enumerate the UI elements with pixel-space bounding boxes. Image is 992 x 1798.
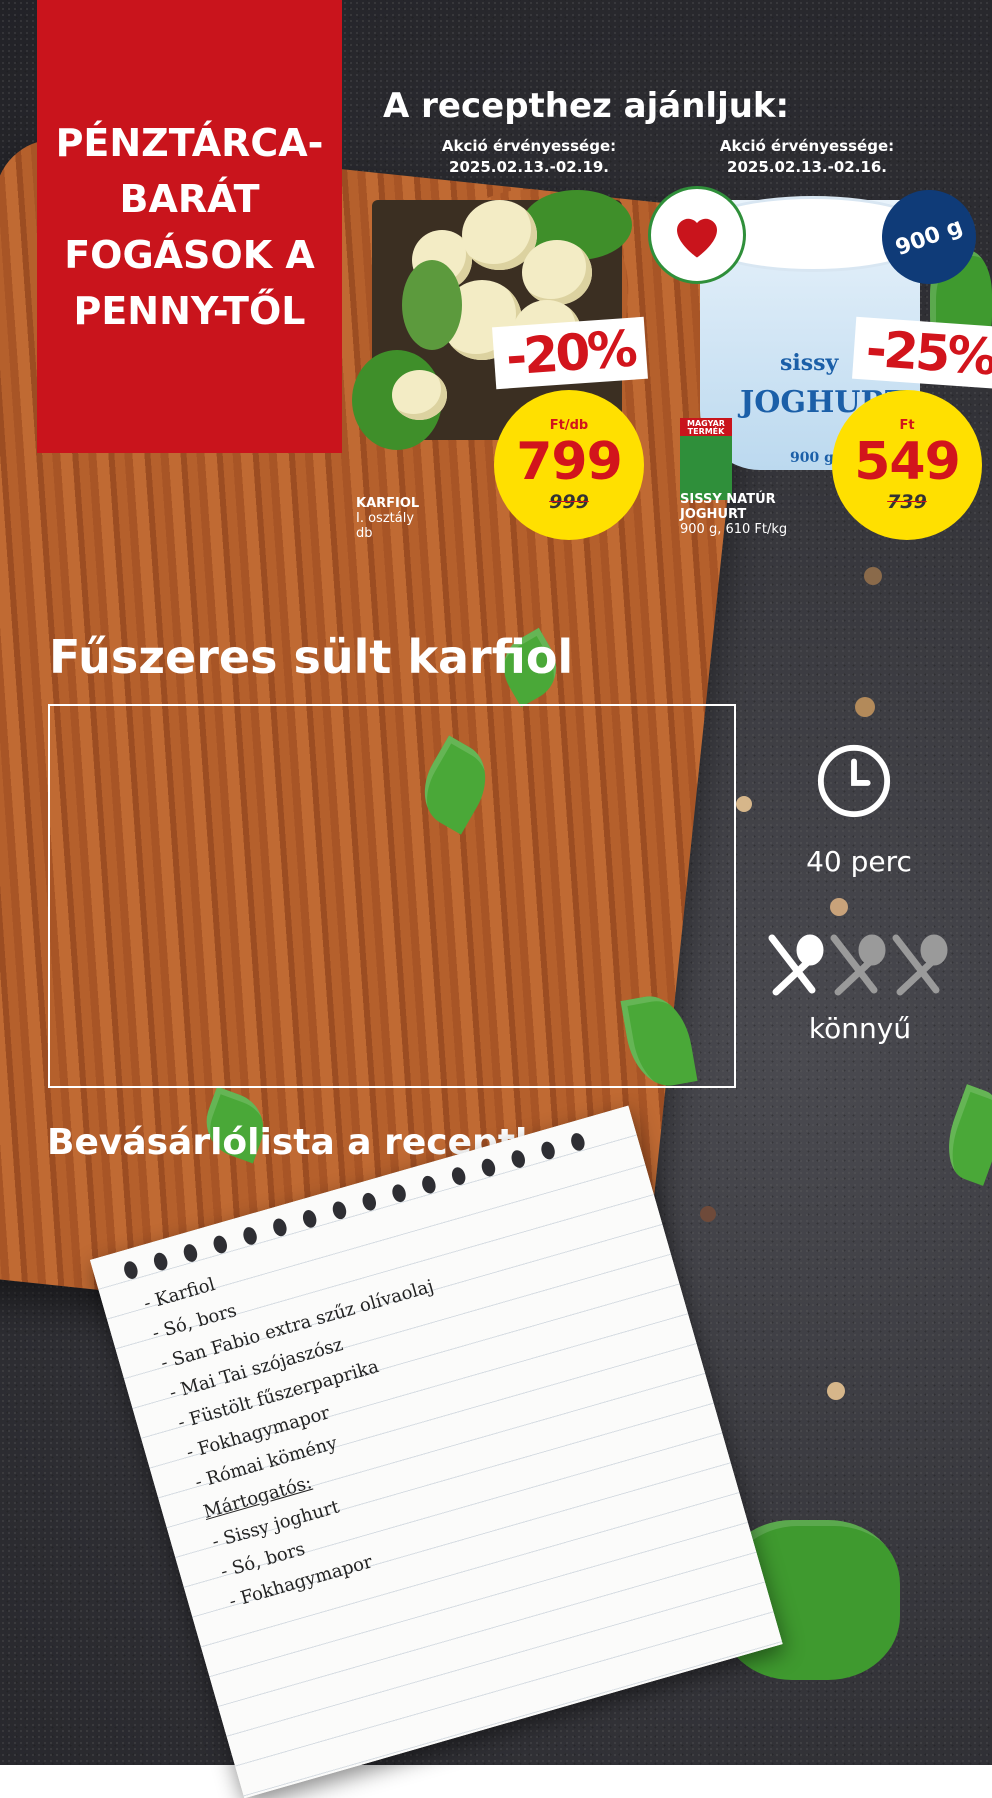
recipe-title: Fűszeres sült karfiol	[49, 630, 574, 684]
clock-icon	[817, 744, 891, 818]
product-name-cauliflower: KARFIOL I. osztály db	[356, 496, 419, 541]
spoon-fork-icon	[892, 934, 948, 996]
origin-badge: MAGYAR TERMÉK	[680, 418, 732, 500]
price-tag-cauliflower: Ft/db 799 999	[494, 390, 644, 540]
yoghurt-brand: sissy	[780, 350, 839, 376]
price-value: 549	[854, 431, 961, 492]
price-unit: Ft/db	[549, 417, 589, 433]
difficulty-rating	[768, 934, 948, 996]
peppercorn-decoration	[855, 697, 875, 717]
recipe-image-frame	[48, 704, 736, 1088]
validity-cauliflower: Akció érvényessége: 2025.02.13.-02.19.	[434, 136, 624, 178]
old-price: 999	[549, 490, 589, 513]
peppercorn-decoration	[700, 1206, 716, 1222]
peppercorn-decoration	[830, 898, 848, 916]
old-price: 739	[887, 490, 927, 513]
product-detail: db	[356, 526, 373, 541]
recipe-difficulty: könnyű	[808, 1012, 912, 1045]
promo-title: PÉNZTÁRCA- BARÁT FOGÁSOK A PENNY-TŐL	[55, 120, 324, 333]
validity-dates: 2025.02.13.-02.19.	[449, 158, 609, 176]
origin-badge-text: MAGYAR TERMÉK	[687, 419, 725, 436]
price-tag-yoghurt: Ft 549 739	[832, 390, 982, 540]
validity-label: Akció érvényessége:	[441, 137, 617, 155]
validity-yoghurt: Akció érvényessége: 2025.02.13.-02.16.	[712, 136, 902, 178]
product-name: SISSY NATÚR	[680, 492, 776, 507]
heart-badge-icon	[677, 218, 717, 258]
recommend-title: A recepthez ajánljuk:	[383, 86, 790, 126]
product-name-line2: JOGHURT	[680, 507, 747, 522]
validity-label: Akció érvényessége:	[719, 137, 895, 155]
peppercorn-decoration	[864, 567, 882, 585]
price-unit: Ft	[899, 417, 915, 433]
heart-badge	[648, 186, 746, 284]
peppercorn-decoration	[827, 1382, 845, 1400]
price-value: 799	[516, 431, 623, 492]
peppercorn-decoration	[736, 796, 752, 812]
spoon-fork-icon	[830, 934, 886, 996]
product-detail: 900 g, 610 Ft/kg	[680, 522, 788, 537]
yoghurt-pack-weight: 900 g	[790, 450, 834, 466]
recipe-time: 40 perc	[806, 845, 912, 878]
promo-title-panel: PÉNZTÁRCA- BARÁT FOGÁSOK A PENNY-TŐL	[37, 0, 342, 453]
product-name: KARFIOL	[356, 496, 420, 511]
spoon-fork-icon	[768, 934, 824, 996]
product-detail: I. osztály	[356, 511, 415, 526]
product-name-yoghurt: SISSY NATÚR JOGHURT 900 g, 610 Ft/kg	[680, 492, 787, 537]
discount-cauliflower: -20%	[492, 316, 649, 390]
discount-yoghurt: -25%	[852, 316, 992, 390]
shopping-list: - Karfiol - Só, bors - San Fabio extra s…	[140, 1211, 506, 1617]
validity-dates: 2025.02.13.-02.16.	[727, 158, 887, 176]
